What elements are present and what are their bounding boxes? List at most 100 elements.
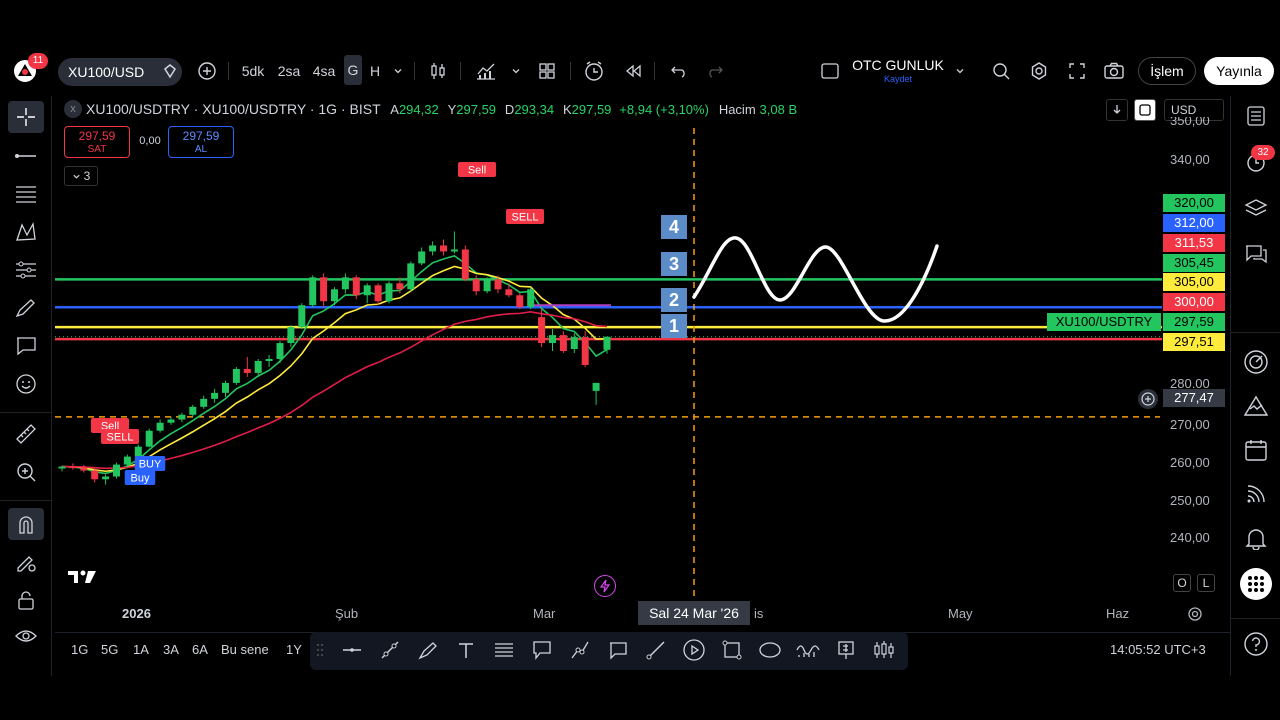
callout-icon[interactable] — [524, 632, 560, 668]
ellipse-icon[interactable] — [752, 632, 788, 668]
candle-body — [145, 430, 153, 447]
add-alert-plus-icon[interactable] — [1138, 389, 1158, 409]
candle-body — [211, 392, 219, 399]
range-1d[interactable]: 1G — [71, 642, 88, 657]
floating-drawing-toolbar — [310, 632, 908, 670]
signal-label: SELL — [512, 212, 539, 224]
crosshair-date-tag: Sal 24 Mar '26 — [638, 601, 750, 625]
level-tag-300: 300,00 — [1163, 293, 1225, 311]
candle-body — [603, 336, 611, 350]
range-1y[interactable]: 1Y — [286, 642, 302, 657]
candle-body — [167, 419, 175, 423]
buy-label: AL — [194, 144, 208, 155]
tradingview-logo — [66, 567, 100, 585]
candle-body — [527, 289, 535, 308]
range-5d[interactable]: 5G — [101, 642, 118, 657]
candle-body — [549, 335, 556, 344]
open-value: 294,32 — [398, 102, 439, 117]
moving-average-line — [61, 311, 608, 470]
level-tag-320: 320,00 — [1163, 194, 1225, 212]
level-tag-29751: 297,51 — [1163, 333, 1225, 351]
text-tool-icon[interactable] — [448, 632, 484, 668]
signal-label: Sell — [468, 165, 486, 177]
ray-icon[interactable] — [638, 632, 674, 668]
candle-body — [516, 295, 524, 308]
range-6m[interactable]: 6A — [192, 642, 208, 657]
indicator-count: 3 — [83, 169, 91, 183]
play-icon[interactable] — [676, 632, 712, 668]
candle-body — [483, 279, 491, 292]
candle-body — [222, 382, 229, 393]
highlighter-icon[interactable] — [410, 632, 446, 668]
horizontal-line-icon[interactable] — [334, 632, 370, 668]
candle-body — [396, 283, 404, 290]
signal-label: SELL — [107, 432, 134, 444]
sync-icon[interactable] — [1134, 99, 1156, 121]
wave-label: 4 — [669, 217, 679, 237]
symbol-price-tag: XU100/USDTRY — [1047, 313, 1161, 331]
price-note-icon[interactable] — [828, 632, 864, 668]
spread-value: 0,00 — [139, 135, 161, 147]
candle-body — [440, 245, 447, 252]
price-tick: 240,00 — [1170, 530, 1210, 545]
candle-body — [341, 277, 349, 290]
candle-body — [374, 285, 382, 302]
drag-handle-icon[interactable] — [310, 632, 330, 668]
candle-body — [287, 327, 295, 344]
trend-line-icon[interactable] — [372, 632, 408, 668]
range-1m[interactable]: 1A — [133, 642, 149, 657]
change-value: +8,94 (+3,10%) — [619, 102, 709, 117]
remove-symbol-icon[interactable]: x — [64, 100, 82, 118]
time-label: 2026 — [122, 606, 151, 621]
candle-body — [581, 337, 589, 365]
buy-button[interactable]: 297,59 AL — [168, 126, 234, 158]
sell-price: 297,59 — [78, 129, 116, 143]
price-tick-partial: 350,00 — [1170, 117, 1210, 128]
low-label: D — [504, 102, 515, 117]
fib-icon[interactable] — [486, 632, 522, 668]
time-label: is — [754, 606, 764, 621]
buy-price: 297,59 — [182, 129, 220, 143]
candle-body — [265, 359, 273, 361]
open-label: A — [390, 102, 399, 117]
signal-label: BUY — [139, 459, 162, 471]
candle-body — [200, 398, 208, 407]
price-tick: 250,00 — [1170, 493, 1210, 508]
candle-body — [134, 446, 142, 457]
candle-body — [243, 368, 251, 373]
candle-body — [254, 360, 262, 373]
axis-settings-gear-icon[interactable] — [1186, 605, 1204, 623]
rectangle-icon[interactable] — [714, 632, 750, 668]
download-icon[interactable] — [1106, 99, 1128, 121]
close-label: K — [562, 102, 572, 117]
candle-body — [505, 289, 513, 296]
range-3m[interactable]: 3A — [163, 642, 179, 657]
sell-button[interactable]: 297,59 SAT — [64, 126, 130, 158]
candle-body — [178, 414, 186, 420]
time-label: Haz — [1106, 606, 1130, 621]
time-label: Şub — [335, 606, 359, 621]
close-value: 297,59 — [571, 102, 612, 117]
candle-body — [298, 305, 306, 328]
sell-label: SAT — [87, 144, 107, 155]
range-ytd[interactable]: Bu sene — [221, 642, 269, 657]
path-icon[interactable] — [562, 632, 598, 668]
comment-icon[interactable] — [600, 632, 636, 668]
candle-body — [559, 335, 567, 352]
crosshair-price-tag: 277,47 — [1163, 389, 1225, 407]
candle-body — [156, 422, 164, 431]
candle-tool-icon[interactable] — [866, 632, 902, 668]
clock-timezone[interactable]: 14:05:52 UTC+3 — [1110, 642, 1206, 657]
candle-body — [276, 343, 284, 359]
scale-toggle-o[interactable]: O — [1173, 574, 1191, 592]
lightning-icon[interactable] — [594, 575, 616, 597]
sine-wave-icon[interactable] — [790, 632, 826, 668]
candle-body — [123, 456, 131, 465]
candle-body — [472, 279, 480, 292]
price-tick: 260,00 — [1170, 455, 1210, 470]
scale-toggle-log[interactable]: L — [1197, 574, 1215, 592]
candle-body — [429, 245, 437, 252]
candle-body — [461, 249, 469, 280]
indicators-toggle[interactable]: 3 — [64, 166, 98, 186]
price-tick: 270,00 — [1170, 417, 1210, 432]
